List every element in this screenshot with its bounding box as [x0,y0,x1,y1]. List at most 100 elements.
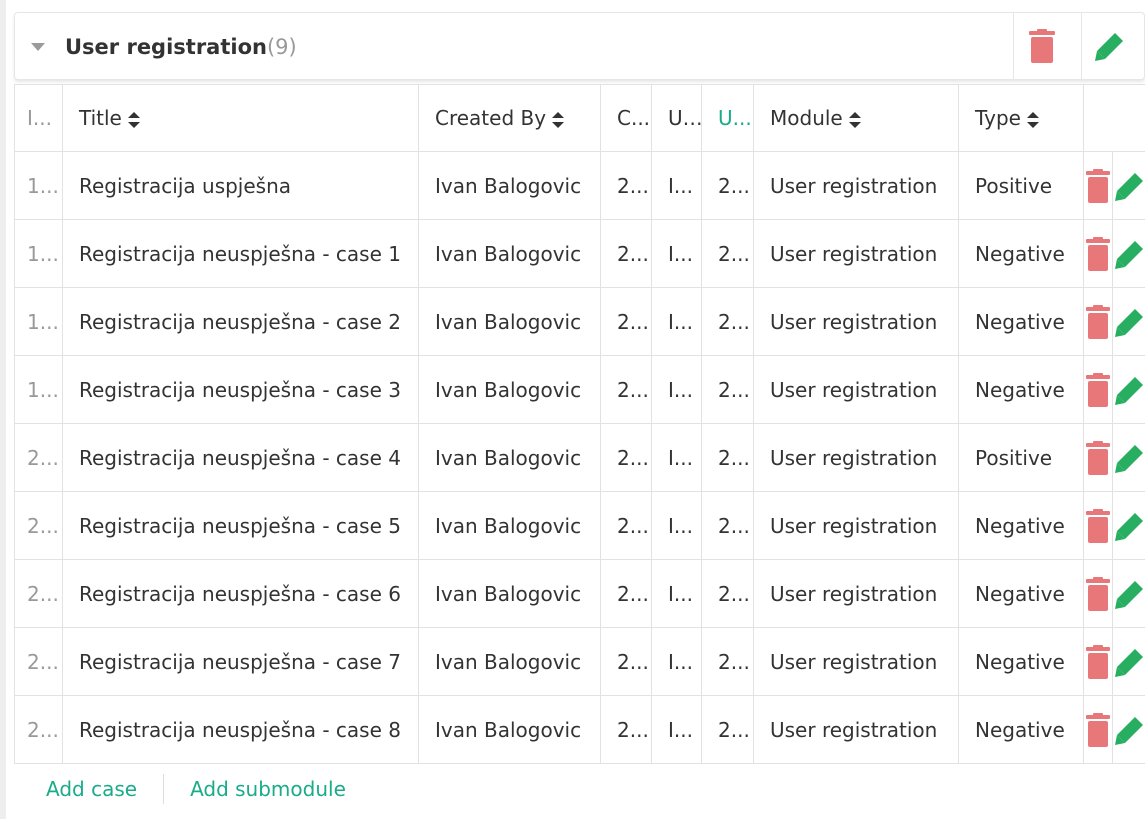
cell-title: Registracija neuspješna - case 4 [62,423,419,492]
cell-actions [1083,151,1145,220]
cell-type: Positive [958,151,1084,220]
delete-case-button[interactable] [1085,492,1113,559]
table-row[interactable]: 1... Registracija neuspješna - case 3 Ivan… [14,355,1145,424]
cell-id: 1... [14,355,63,424]
cell-created-by: Ivan Balogovic [418,355,601,424]
edit-case-button[interactable] [1113,289,1145,355]
pencil-icon [1115,512,1143,541]
cell-id: 1... [14,151,63,220]
cell-id: 1... [14,287,63,356]
cell-created-by: Ivan Balogovic [418,287,601,356]
column-header-type-label: Type [975,106,1021,130]
cell-actions [1083,287,1145,356]
column-header-updated-by[interactable]: U... [651,84,702,152]
delete-case-button[interactable] [1085,220,1113,287]
edit-case-button[interactable] [1113,425,1145,491]
trash-icon [1029,29,1055,63]
cell-type: Negative [958,287,1084,356]
cell-created-by: Ivan Balogovic [418,219,601,288]
pencil-icon [1095,33,1123,61]
delete-case-button[interactable] [1085,424,1113,491]
column-header-id[interactable]: I... [14,84,63,152]
edit-case-button[interactable] [1113,629,1145,695]
table-row[interactable]: 1... Registracija uspješna Ivan Balogovic 2… [14,151,1145,220]
cell-id: 2... [14,423,63,492]
cell-updated-by: I... [651,151,702,220]
table-row[interactable]: 2... Registracija neuspješna - case 7 Ivan… [14,627,1145,696]
cell-created: 2... [600,287,652,356]
edit-case-button[interactable] [1113,561,1145,627]
cell-actions [1083,627,1145,696]
delete-case-button[interactable] [1085,560,1113,627]
pencil-icon [1115,716,1143,745]
module-header: User registration(9) [14,12,1145,80]
trash-icon [1086,440,1110,475]
edit-case-button[interactable] [1113,153,1145,219]
table-header-row: I... Title Created By C... U... U... Mod… [14,84,1145,152]
column-header-updated[interactable]: U... [701,84,754,152]
cell-created: 2... [600,151,652,220]
caret-down-icon[interactable] [31,43,45,51]
cell-module: User registration [753,287,959,356]
cell-module: User registration [753,355,959,424]
cell-type: Positive [958,423,1084,492]
edit-case-button[interactable] [1113,357,1145,423]
delete-case-button[interactable] [1085,152,1113,219]
edit-case-button[interactable] [1113,493,1145,559]
table-row[interactable]: 2... Registracija neuspješna - case 5 Ivan… [14,491,1145,560]
trash-icon [1086,168,1110,203]
cell-module: User registration [753,695,959,764]
column-header-type[interactable]: Type [958,84,1084,152]
cell-actions [1083,355,1145,424]
cell-updated: 2... [701,559,754,628]
edit-case-button[interactable] [1113,221,1145,287]
pencil-icon [1115,580,1143,609]
page: User registration (9) I... Title Created … [0,0,1145,819]
pencil-icon [1115,172,1143,201]
row-actions [1085,424,1145,491]
table-row[interactable]: 2... Registracija neuspješna - case 8 Ivan… [14,695,1145,764]
cell-created-by: Ivan Balogovic [418,627,601,696]
table-row[interactable]: 1... Registracija neuspješna - case 2 Ivan… [14,287,1145,356]
pencil-icon [1115,308,1143,337]
edit-module-button[interactable] [1081,13,1138,79]
delete-module-button[interactable] [1013,13,1070,79]
column-header-created-by-label: Created By [435,106,547,130]
delete-case-button[interactable] [1085,696,1113,763]
cell-updated: 2... [701,695,754,764]
delete-case-button[interactable] [1085,356,1113,423]
column-header-title[interactable]: Title [62,84,419,152]
pencil-icon [1115,444,1143,473]
table-row[interactable]: 1... Registracija neuspješna - case 1 Ivan… [14,219,1145,288]
row-actions [1085,152,1145,219]
delete-case-button[interactable] [1085,288,1113,355]
table-row[interactable]: 2... Registracija neuspješna - case 6 Ivan… [14,559,1145,628]
cell-created: 2... [600,355,652,424]
module-footer: Add case Add submodule [14,764,1145,814]
cell-module: User registration [753,151,959,220]
add-submodule-link[interactable]: Add submodule [190,777,346,801]
column-header-created-by[interactable]: Created By [418,84,601,152]
column-header-created[interactable]: C... [600,84,652,152]
cell-id: 2... [14,627,63,696]
cell-type: Negative [958,627,1084,696]
table-row[interactable]: 2... Registracija neuspješna - case 4 Ivan… [14,423,1145,492]
row-actions [1085,356,1145,423]
cell-created: 2... [600,559,652,628]
cell-created: 2... [600,423,652,492]
cell-updated-by: I... [651,695,702,764]
column-header-module[interactable]: Module [753,84,959,152]
sort-icon [127,111,140,128]
cell-actions [1083,491,1145,560]
cell-id: 2... [14,559,63,628]
cell-updated-by: I... [651,423,702,492]
module-title[interactable]: User registration(9) [65,32,297,62]
row-actions [1085,560,1145,627]
cell-title: Registracija neuspješna - case 3 [62,355,419,424]
cell-type: Negative [958,559,1084,628]
cell-id: 2... [14,695,63,764]
add-case-link[interactable]: Add case [46,777,137,801]
module-case-count: (9) [266,35,297,59]
delete-case-button[interactable] [1085,628,1113,695]
edit-case-button[interactable] [1113,697,1145,763]
